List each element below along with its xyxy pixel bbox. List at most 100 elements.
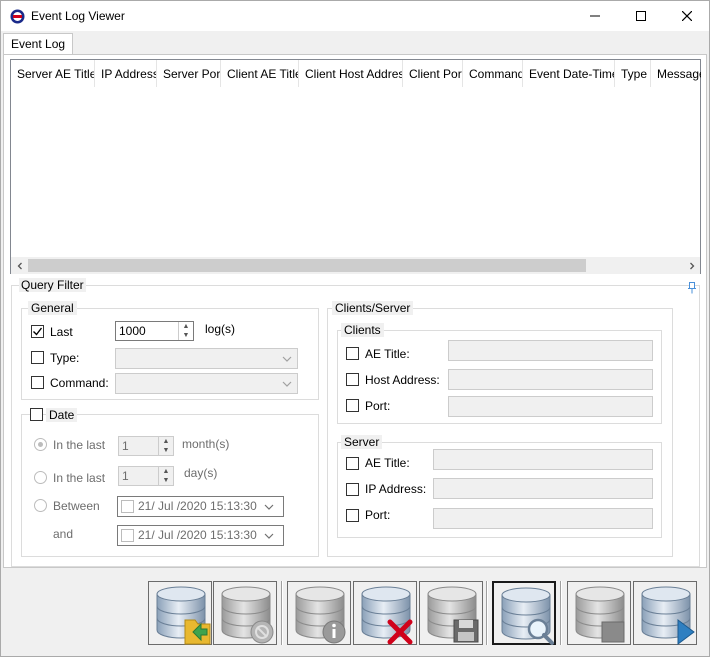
event-log-list[interactable]: Server AE Title IP Address Server Port C… — [10, 59, 701, 274]
months-value: 1 — [122, 439, 129, 453]
app-logo-icon — [10, 9, 25, 24]
pin-icon[interactable] — [687, 282, 697, 294]
from-date-value: 21/ Jul /2020 15:13:30 — [138, 499, 257, 513]
server-port-checkbox[interactable] — [346, 509, 359, 522]
command-label: Command: — [50, 376, 109, 390]
maximize-button[interactable] — [618, 1, 664, 31]
minimize-button[interactable] — [572, 1, 618, 31]
days-value: 1 — [122, 469, 129, 483]
scrollbar-thumb[interactable] — [28, 259, 586, 272]
command-combo[interactable] — [115, 373, 298, 394]
stepper-up-icon[interactable]: ▲ — [179, 322, 193, 331]
date-group-title: Date — [46, 408, 78, 422]
server-ae-title-label: AE Title: — [365, 456, 410, 470]
between-radio[interactable] — [34, 499, 47, 512]
server-ip-address-checkbox[interactable] — [346, 483, 359, 496]
horizontal-scrollbar[interactable] — [11, 257, 700, 274]
command-checkbox[interactable] — [31, 376, 44, 389]
database-stop-icon — [575, 586, 625, 643]
server-ae-title-field[interactable] — [433, 449, 653, 470]
client-host-address-field[interactable] — [448, 369, 653, 390]
column-event-date-time[interactable]: Event Date-Time — [523, 60, 615, 87]
between-label: Between — [53, 499, 100, 513]
server-ae-title-checkbox[interactable] — [346, 457, 359, 470]
open-database-button[interactable] — [148, 581, 212, 645]
stepper-down-icon[interactable]: ▼ — [179, 331, 193, 340]
in-the-last-days-label: In the last — [53, 471, 106, 485]
title-bar[interactable]: Event Log Viewer — [1, 1, 709, 31]
chevron-down-icon — [264, 504, 274, 510]
type-combo[interactable] — [115, 348, 298, 369]
database-delete-icon — [361, 586, 413, 645]
type-checkbox[interactable] — [31, 351, 44, 364]
stepper-up-icon[interactable]: ▲ — [159, 437, 173, 446]
column-server-ae-title[interactable]: Server AE Title — [11, 60, 95, 87]
last-label: Last — [50, 325, 73, 339]
column-message[interactable]: Message — [651, 60, 701, 87]
clients-server-group-title: Clients/Server — [332, 301, 414, 315]
client-port-field[interactable] — [448, 396, 653, 417]
client-ae-title-checkbox[interactable] — [346, 347, 359, 360]
tab-event-log[interactable]: Event Log — [3, 33, 74, 55]
database-info-button[interactable] — [287, 581, 351, 645]
toolbar-separator — [486, 581, 488, 645]
chevron-right-icon — [689, 262, 694, 269]
clients-group-title: Clients — [341, 323, 384, 337]
disconnect-database-button[interactable] — [213, 581, 277, 645]
stepper-down-icon[interactable]: ▼ — [159, 476, 173, 485]
client-port-checkbox[interactable] — [346, 399, 359, 412]
database-save-icon — [427, 586, 479, 643]
window-title: Event Log Viewer — [31, 9, 125, 23]
last-checkbox[interactable] — [31, 325, 44, 338]
database-search-icon — [501, 587, 554, 645]
delete-database-button[interactable] — [353, 581, 417, 645]
tab-strip: Event Log — [1, 31, 709, 55]
column-type[interactable]: Type — [615, 60, 651, 87]
save-database-button[interactable] — [419, 581, 483, 645]
database-disconnect-icon — [221, 586, 274, 644]
list-header: Server AE Title IP Address Server Port C… — [11, 60, 701, 87]
column-client-port[interactable]: Client Port — [403, 60, 463, 87]
toolbar-separator — [281, 581, 283, 645]
stepper-buttons[interactable]: ▲ ▼ — [158, 467, 173, 485]
last-count-stepper[interactable]: 1000 ▲ ▼ — [115, 321, 194, 341]
date-checkbox[interactable] — [30, 408, 43, 421]
and-label: and — [53, 527, 74, 541]
stop-button[interactable] — [567, 581, 631, 645]
in-the-last-days-radio[interactable] — [34, 471, 47, 484]
column-ip-address[interactable]: IP Address — [95, 60, 157, 87]
in-the-last-months-radio[interactable] — [34, 438, 47, 451]
from-date-picker[interactable]: 21/ Jul /2020 15:13:30 — [117, 496, 284, 517]
general-group-title: General — [28, 301, 77, 315]
scroll-right-button[interactable] — [683, 257, 700, 274]
to-date-picker[interactable]: 21/ Jul /2020 15:13:30 — [117, 525, 284, 546]
from-date-checkbox[interactable] — [121, 500, 134, 513]
server-port-field[interactable] — [433, 508, 653, 529]
server-ip-address-label: IP Address: — [365, 482, 427, 496]
play-button[interactable] — [633, 581, 697, 645]
close-button[interactable] — [664, 1, 710, 31]
months-stepper[interactable]: 1 ▲ ▼ — [118, 436, 174, 456]
column-client-ae-title[interactable]: Client AE Title — [221, 60, 299, 87]
days-stepper[interactable]: 1 ▲ ▼ — [118, 466, 174, 486]
chevron-down-icon — [282, 356, 292, 362]
server-ip-address-field[interactable] — [433, 478, 653, 499]
last-count-value: 1000 — [119, 324, 146, 338]
scroll-left-button[interactable] — [11, 257, 28, 274]
type-label: Type: — [50, 351, 80, 365]
column-command[interactable]: Command — [463, 60, 523, 87]
column-client-host-address[interactable]: Client Host Address — [299, 60, 403, 87]
stepper-up-icon[interactable]: ▲ — [159, 467, 173, 476]
column-server-port[interactable]: Server Port — [157, 60, 221, 87]
database-open-icon — [156, 586, 211, 645]
stepper-down-icon[interactable]: ▼ — [159, 446, 173, 455]
minimize-icon — [590, 15, 600, 17]
stepper-buttons[interactable]: ▲ ▼ — [178, 322, 193, 340]
stepper-buttons[interactable]: ▲ ▼ — [158, 437, 173, 455]
client-ae-title-field[interactable] — [448, 340, 653, 361]
months-unit-label: month(s) — [182, 437, 230, 451]
to-date-checkbox[interactable] — [121, 529, 134, 542]
search-database-button[interactable] — [492, 581, 556, 645]
client-host-address-checkbox[interactable] — [346, 373, 359, 386]
event-log-viewer-window: Event Log Viewer Event Log Server AE Tit… — [0, 0, 710, 657]
